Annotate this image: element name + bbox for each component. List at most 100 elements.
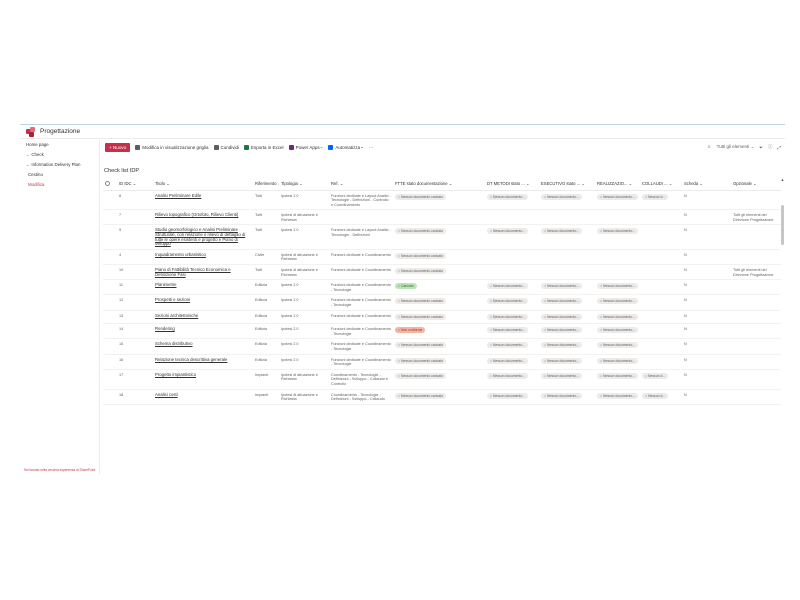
status-badge[interactable]: ○ Nessun documento... — [541, 313, 583, 320]
cell-title[interactable]: Rendering — [153, 323, 253, 340]
row-checkbox[interactable] — [103, 310, 117, 325]
status-badge[interactable]: ○ Nessun documento... — [487, 283, 529, 290]
status-badge[interactable]: ○ Nessun documento... — [597, 392, 638, 399]
row-checkbox[interactable] — [103, 249, 117, 266]
status-badge[interactable]: ○ Nessun documento caricato — [395, 298, 447, 305]
status-badge[interactable]: ○ Nessun documento... — [597, 298, 638, 305]
cell-title[interactable]: Analisi Preliminare Edile — [153, 190, 253, 211]
status-badge[interactable]: ○ Non conforme — [395, 327, 426, 334]
status-badge[interactable]: ○ Nessun documento... — [541, 298, 583, 305]
status-badge[interactable]: ○ Nessun documento... — [541, 372, 583, 379]
table-row[interactable]: 10 Piano di Fattibilità Tecnico Economica… — [103, 264, 781, 281]
status-badge[interactable]: ○ Nessun documento... — [597, 313, 638, 320]
table-row[interactable]: 17 Progetto impiantistico Impianti Ipotesi … — [103, 369, 781, 390]
command-button[interactable]: Modifica in visualizzazione griglia — [135, 144, 209, 150]
status-badge[interactable]: ○ Nessun documento... — [487, 193, 529, 200]
sidebar-item[interactable]: ⌄ Information Delivery Plan — [20, 160, 99, 170]
status-badge[interactable]: ○ Nessun documento... — [541, 342, 583, 349]
cell-title[interactable]: Rilievo topografico (Ortofoto, Rilievo C… — [153, 209, 253, 226]
row-checkbox[interactable] — [103, 209, 117, 226]
column-header[interactable]: FTTE stato documentazione ⌄ — [393, 178, 485, 191]
column-header[interactable]: DT METODI stato ... ⌄ — [485, 178, 539, 191]
status-badge[interactable]: ○ Nessun documento... — [597, 193, 638, 200]
status-badge[interactable]: ○ Nessun documento... — [597, 372, 638, 379]
status-badge[interactable]: ○ Nessun documento caricato — [395, 252, 447, 259]
table-row[interactable]: 14 Rendering Edilizia Ipotesi 2.0 Funzioni d… — [103, 323, 781, 340]
status-badge[interactable]: ○ Nessun documento... — [487, 342, 529, 349]
status-badge[interactable]: ○ Nessun d... — [642, 193, 669, 200]
cell-title[interactable]: Piano di Fattibilità Tecnico Economica e… — [153, 264, 253, 281]
table-row[interactable]: 12 Prospetti e sezioni Edilizia Ipotesi 2.0… — [103, 294, 781, 311]
row-checkbox[interactable] — [103, 294, 117, 311]
column-header[interactable]: Titolo ⌄ — [153, 178, 253, 191]
command-button[interactable]: Power Apps ⌄ — [288, 144, 323, 150]
cell-title[interactable]: Studio geomorfologico e Analisi Prelimin… — [153, 224, 253, 250]
status-badge[interactable]: ○ Nessun documento... — [541, 283, 583, 290]
select-all-checkbox[interactable] — [103, 178, 117, 191]
status-badge[interactable]: ○ Nessun documento caricato — [395, 193, 447, 200]
scroll-up-icon[interactable]: ▲ — [780, 177, 785, 182]
column-header[interactable]: Ref. ⌄ — [329, 178, 393, 191]
column-header[interactable]: Scheda ⌄ — [682, 178, 731, 191]
table-row[interactable]: 9 Studio geomorfologico e Analisi Prelimi… — [103, 224, 781, 250]
cell-title[interactable]: Planimetrie — [153, 279, 253, 296]
row-checkbox[interactable] — [103, 264, 117, 281]
column-header[interactable]: REALIZZAZIO... ⌄ — [595, 178, 640, 191]
sidebar-item[interactable]: Home page — [20, 140, 99, 150]
status-badge[interactable]: ○ Nessun documento... — [541, 228, 583, 235]
status-badge[interactable]: ○ Nessun documento... — [541, 327, 583, 334]
column-header[interactable]: COLLAUDI ... ⌄ — [640, 178, 682, 191]
status-badge[interactable]: ○ Nessun documento... — [487, 313, 529, 320]
table-row[interactable]: 15 Schema distributivo Edilizia Ipotesi 2.0… — [103, 338, 781, 355]
cell-title[interactable]: Progetto impiantistico — [153, 369, 253, 390]
status-badge[interactable]: ○ Nessun documento caricato — [395, 313, 447, 320]
status-badge[interactable]: ○ Nessun d... — [642, 392, 669, 399]
status-badge[interactable]: ○ Nessun documento caricato — [395, 372, 447, 379]
cell-title[interactable]: Relazione tecnica descrittiva generale — [153, 354, 253, 370]
status-badge[interactable]: ○ Nessun documento... — [487, 372, 529, 379]
more-commands-button[interactable]: ··· — [369, 145, 374, 150]
status-badge[interactable]: ○ Nessun documento... — [597, 357, 638, 364]
chevron-down-icon[interactable]: ⌄ — [26, 162, 29, 167]
cell-title[interactable]: Schema distributivo — [153, 338, 253, 355]
cell-title[interactable]: Analisi costi — [153, 389, 253, 405]
table-row[interactable]: 4 Inquadramento urbanistico Civile Ipotesi … — [103, 249, 781, 266]
status-badge[interactable]: ○ Nessun documento caricato — [395, 268, 447, 275]
row-checkbox[interactable] — [103, 354, 117, 370]
status-badge[interactable]: ○ Nessun documento... — [597, 228, 638, 235]
classic-experience-link[interactable]: Sei tornato nella vecchia esperienza di … — [24, 468, 96, 472]
row-checkbox[interactable] — [103, 224, 117, 250]
status-badge[interactable]: ○ Nessun documento... — [487, 357, 529, 364]
table-row[interactable]: 13 Sezioni architettoniche Edilizia Ipotesi… — [103, 310, 781, 325]
column-header[interactable]: ESECUTIVO stato ... ⌄ — [539, 178, 595, 191]
table-row[interactable]: 18 Analisi costi Impianti Ipotesi di attuaz… — [103, 389, 781, 405]
column-header[interactable]: Riferimento ⌄ — [253, 178, 279, 191]
status-badge[interactable]: ○ Nessun documento... — [487, 327, 529, 334]
status-badge[interactable]: ○ Nessun documento... — [597, 342, 638, 349]
row-checkbox[interactable] — [103, 279, 117, 296]
status-badge[interactable]: ○ Nessun documento... — [487, 392, 529, 399]
command-button[interactable]: Esporta in Excel — [244, 144, 284, 150]
table-row[interactable]: 7 Rilievo topografico (Ortofoto, Rilievo … — [103, 209, 781, 226]
row-checkbox[interactable] — [103, 190, 117, 211]
status-badge[interactable]: ○ Nessun documento... — [597, 283, 638, 290]
column-header[interactable]: ID IDC ⌄ — [117, 178, 153, 191]
expand-icon[interactable]: ⤢ — [777, 145, 781, 150]
column-header[interactable]: Tipologia ⌄ — [279, 178, 329, 191]
filter-icon[interactable]: ⏷ — [759, 145, 763, 150]
row-checkbox[interactable] — [103, 338, 117, 355]
scrollbar-thumb[interactable] — [781, 205, 784, 245]
new-button[interactable]: + Nuovo — [105, 142, 131, 152]
status-badge[interactable]: ○ Nessun documento... — [541, 193, 583, 200]
status-badge[interactable]: ○ Nessun documento caricato — [395, 392, 447, 399]
app-logo-icon[interactable] — [26, 126, 36, 137]
cell-title[interactable]: Inquadramento urbanistico — [153, 249, 253, 266]
cell-title[interactable]: Prospetti e sezioni — [153, 294, 253, 311]
status-badge[interactable]: ○ Nessun documento... — [541, 392, 583, 399]
status-badge[interactable]: ○ Nessun documento... — [487, 298, 529, 305]
column-header[interactable]: Opzionale ⌄ — [731, 178, 781, 191]
status-badge[interactable]: ○ Caricato — [395, 283, 417, 290]
sidebar-item[interactable]: Modifica — [20, 180, 99, 190]
table-row[interactable]: 16 Relazione tecnica descrittiva generale… — [103, 354, 781, 370]
table-row[interactable]: 11 Planimetrie Edilizia Ipotesi 2.0 Funzioni… — [103, 279, 781, 296]
